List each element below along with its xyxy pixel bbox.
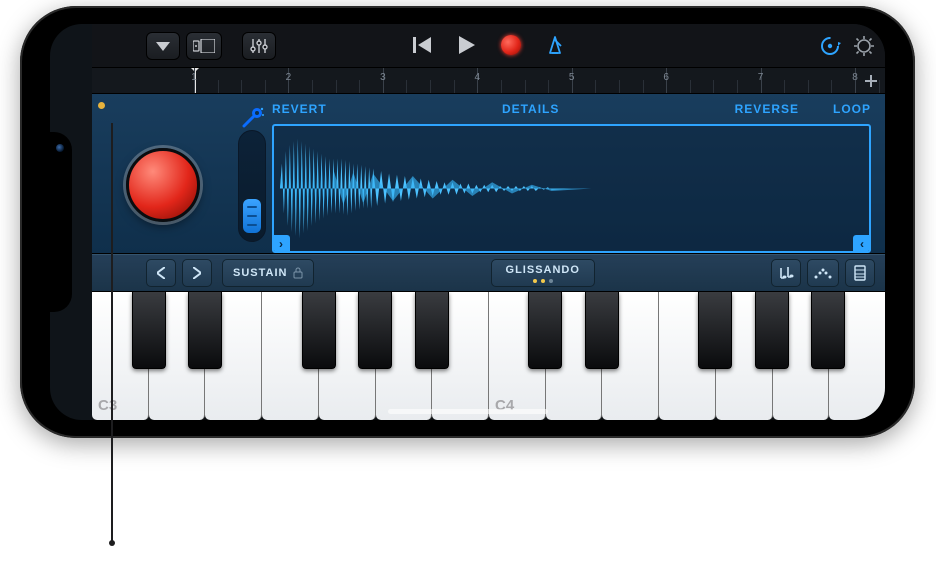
- home-indicator: [388, 409, 548, 414]
- scale-button[interactable]: [771, 259, 801, 287]
- black-key[interactable]: [188, 292, 222, 369]
- sustain-label: SUSTAIN: [233, 267, 287, 279]
- octave-down-button[interactable]: [146, 259, 176, 287]
- glissando-label: GLISSANDO: [506, 264, 580, 276]
- bar-number: 8: [852, 72, 858, 83]
- record-icon: [501, 35, 521, 55]
- reverse-button[interactable]: REVERSE: [735, 102, 799, 116]
- status-indicator: [98, 102, 105, 109]
- bar-number: 5: [569, 72, 575, 83]
- top-toolbar: [92, 24, 885, 68]
- black-key[interactable]: [528, 292, 562, 369]
- glissando-page-dots: [533, 279, 553, 283]
- black-key[interactable]: [698, 292, 732, 369]
- black-key[interactable]: [755, 292, 789, 369]
- trim-right-handle[interactable]: ‹: [853, 235, 871, 253]
- callout-line: [111, 123, 113, 543]
- bar-number: 4: [475, 72, 481, 83]
- arpeggiator-button[interactable]: [807, 259, 839, 287]
- metronome-button[interactable]: [542, 32, 568, 58]
- timeline-ruler[interactable]: 1 2 3 4 5 6 7 8: [92, 68, 885, 94]
- details-button[interactable]: DETAILS: [502, 102, 559, 116]
- play-button[interactable]: [454, 32, 480, 58]
- transport-controls: [410, 32, 568, 58]
- black-key[interactable]: [811, 292, 845, 369]
- bar-number: 6: [663, 72, 669, 83]
- black-key[interactable]: [358, 292, 392, 369]
- piano-keyboard[interactable]: C3C4: [92, 292, 885, 420]
- slider-thumb[interactable]: [243, 199, 261, 233]
- black-key[interactable]: [585, 292, 619, 369]
- bar-number: 1: [191, 72, 197, 83]
- loop-button[interactable]: LOOP: [833, 102, 871, 116]
- revert-button[interactable]: REVERT: [272, 102, 327, 116]
- input-level-slider[interactable]: [238, 130, 266, 242]
- track-controls-button[interactable]: [242, 32, 276, 60]
- waveform: [274, 126, 869, 251]
- sustain-button[interactable]: SUSTAIN: [222, 259, 314, 287]
- bar-number: 3: [380, 72, 386, 83]
- device-notch: [50, 132, 72, 312]
- iphone-frame: 12345678 REVERT DE: [20, 6, 915, 438]
- trim-left-handle[interactable]: ›: [272, 235, 290, 253]
- bar-number: 2: [286, 72, 292, 83]
- keyboard-layout-button[interactable]: [845, 259, 875, 287]
- bar-number: 7: [758, 72, 764, 83]
- record-button[interactable]: [498, 32, 524, 58]
- sampler-record-button[interactable]: [126, 148, 200, 222]
- go-to-beginning-button[interactable]: [410, 32, 436, 58]
- browser-button[interactable]: [186, 32, 222, 60]
- octave-up-button[interactable]: [182, 259, 212, 287]
- loop-browser-button[interactable]: [819, 35, 841, 57]
- sampler-panel: REVERT DETAILS REVERSE LOOP ›: [92, 94, 885, 254]
- song-settings-button[interactable]: [853, 35, 875, 57]
- lock-icon: [293, 267, 303, 279]
- key-label-c3: C3: [98, 397, 117, 414]
- black-key[interactable]: [415, 292, 449, 369]
- waveform-display[interactable]: › ‹: [272, 124, 871, 253]
- black-key[interactable]: [302, 292, 336, 369]
- glissando-button[interactable]: GLISSANDO: [491, 259, 595, 287]
- keyboard-toolbar: SUSTAIN GLISSANDO: [92, 254, 885, 292]
- black-key[interactable]: [132, 292, 166, 369]
- my-songs-button[interactable]: [146, 32, 180, 60]
- tune-icon[interactable]: [240, 104, 266, 130]
